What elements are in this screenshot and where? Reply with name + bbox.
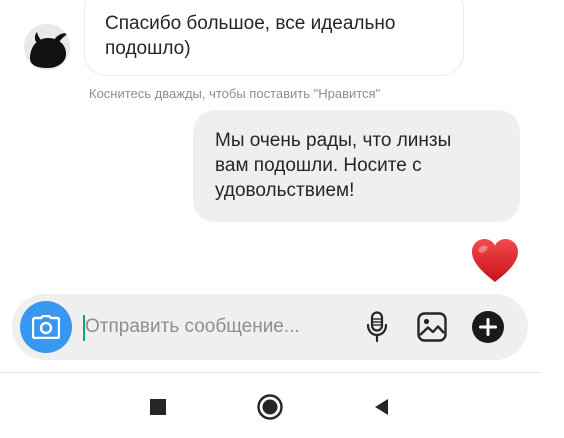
avatar-image: [24, 24, 70, 70]
home-button[interactable]: [256, 393, 284, 421]
outgoing-message-text: Мы очень рады, что линзы вам подошли. Но…: [215, 130, 452, 201]
back-button[interactable]: [367, 393, 395, 421]
system-navigation-bar: [0, 373, 540, 438]
recent-apps-button[interactable]: [144, 393, 172, 421]
outgoing-message-bubble[interactable]: Мы очень рады, что линзы вам подошли. Но…: [193, 110, 520, 222]
sender-avatar[interactable]: [24, 24, 70, 70]
plus-icon: [472, 311, 504, 343]
microphone-button[interactable]: [360, 310, 394, 344]
square-icon: [150, 399, 166, 415]
circle-icon: [257, 394, 283, 420]
microphone-icon: [366, 311, 388, 343]
incoming-message-bubble[interactable]: Спасибо большое, все идеально подошло): [84, 0, 464, 76]
message-composer: [12, 294, 528, 360]
camera-button[interactable]: [20, 301, 72, 353]
incoming-message-text: Спасибо большое, все идеально подошло): [105, 13, 396, 59]
gallery-button[interactable]: [415, 310, 449, 344]
double-tap-like-hint: Коснитесь дважды, чтобы поставить "Нрави…: [89, 86, 381, 101]
triangle-back-icon: [375, 399, 388, 415]
message-input[interactable]: [83, 310, 355, 344]
image-icon: [417, 312, 447, 342]
add-button[interactable]: [471, 310, 505, 344]
camera-icon: [32, 315, 60, 339]
heart-icon[interactable]: [470, 238, 520, 284]
